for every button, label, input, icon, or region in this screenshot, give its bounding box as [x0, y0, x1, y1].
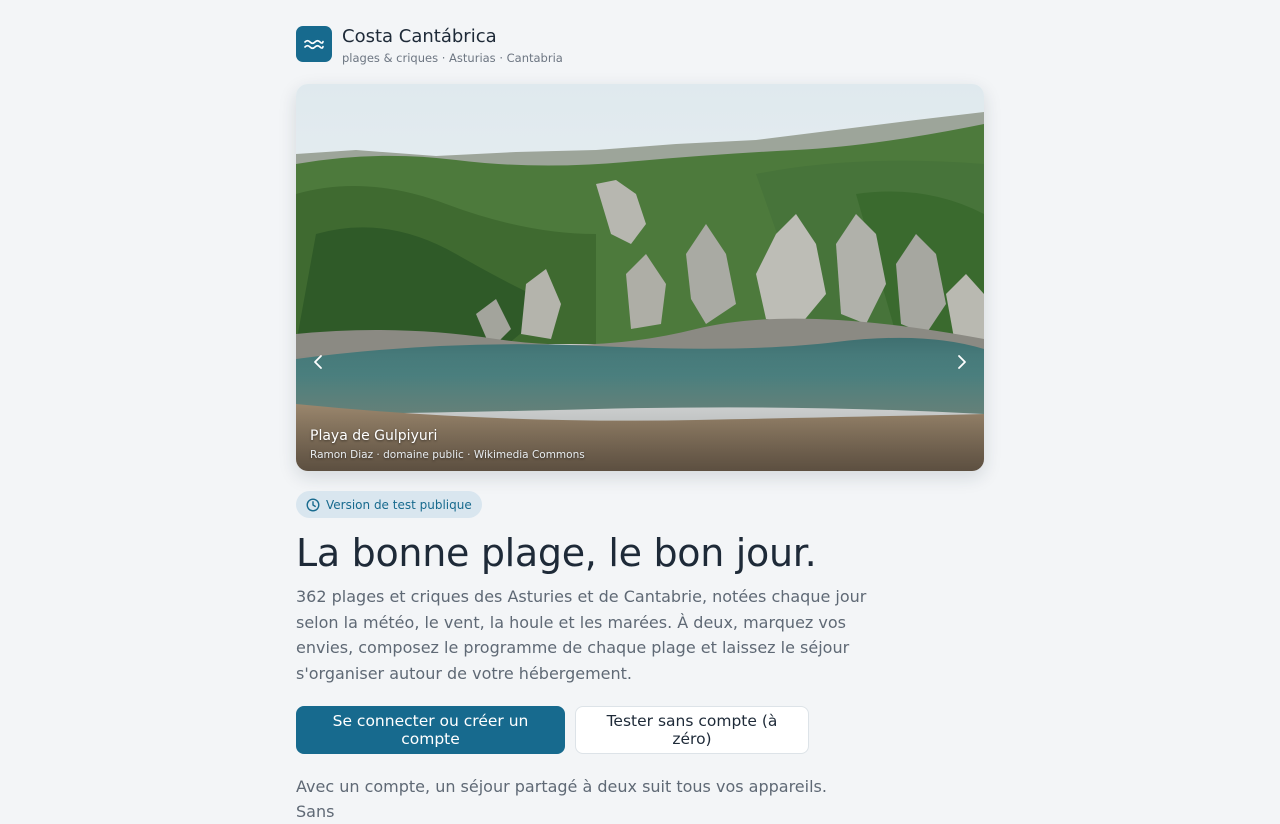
brand[interactable]: Costa Cantábrica plages & criques · Astu… [296, 26, 563, 65]
badge-label: Version de test publique [326, 497, 472, 512]
hero-title: Playa de Gulpiyuri [310, 428, 438, 444]
hero-carousel: Playa de Gulpiyuri Ramon Diaz · domaine … [296, 84, 984, 471]
chevron-left-icon[interactable] [307, 351, 329, 373]
status-badge: Version de test publique [296, 491, 482, 518]
login-button[interactable]: Se connecter ou créer un compte [296, 706, 565, 754]
chevron-right-icon[interactable] [951, 351, 973, 373]
hero-caption: Playa de Gulpiyuri Ramon Diaz · domaine … [310, 427, 585, 461]
page-title: La bonne plage, le bon jour. [296, 531, 817, 575]
beach-photo [296, 84, 984, 471]
action-buttons: Se connecter ou créer un compte Tester s… [296, 706, 809, 754]
lead-paragraph: 362 plages et criques des Asturies et de… [296, 587, 867, 683]
hero-credit: Ramon Diaz · domaine public · Wikimedia … [310, 449, 585, 461]
brand-subtitle: plages & criques · Asturias · Cantabria [342, 51, 563, 65]
waves-icon [296, 26, 332, 62]
account-info-text: Avec un compte, un séjour partagé à deux… [296, 777, 827, 821]
try-without-account-button[interactable]: Tester sans compte (à zéro) [575, 706, 809, 754]
brand-text: Costa Cantábrica plages & criques · Astu… [342, 26, 563, 66]
clock-icon [306, 497, 320, 512]
brand-title: Costa Cantábrica [342, 26, 497, 47]
